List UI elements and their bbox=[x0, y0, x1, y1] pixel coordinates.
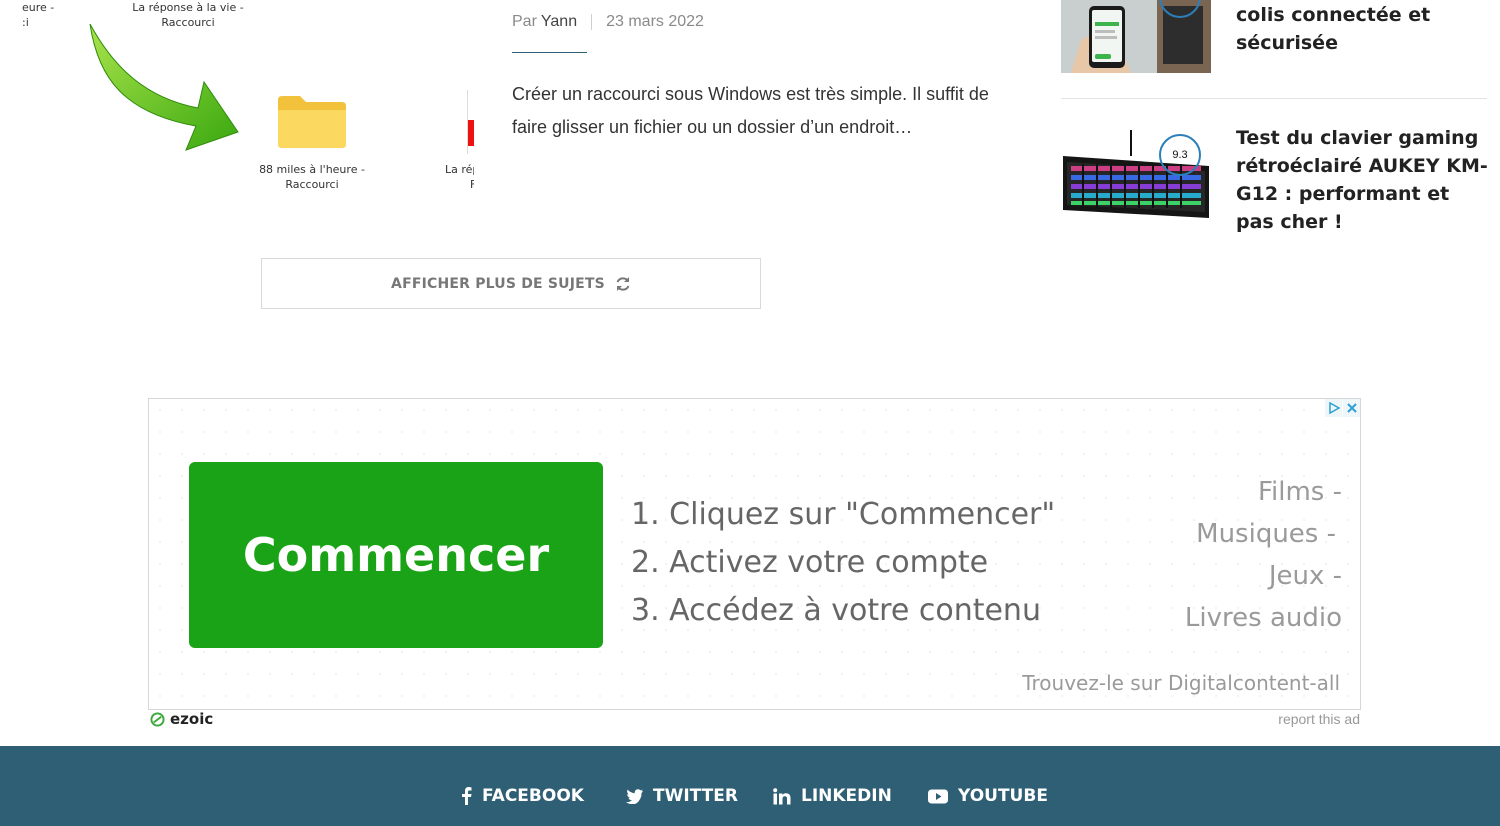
advertisement[interactable]: Commencer 1. Cliquez sur "Commencer" 2. … bbox=[148, 398, 1361, 710]
youtube-icon bbox=[928, 789, 948, 803]
load-more-label: AFFICHER PLUS DE SUJETS bbox=[391, 275, 605, 292]
article-meta: Par Yann 23 mars 2022 bbox=[512, 13, 704, 31]
social-link-youtube[interactable]: YOUTUBE bbox=[928, 786, 1048, 806]
sidebar-post-title[interactable]: colis connectée et sécurisée bbox=[1236, 1, 1492, 57]
linkedin-icon bbox=[773, 787, 791, 804]
folder-icon bbox=[278, 96, 346, 148]
meta-separator bbox=[591, 14, 593, 30]
meta-underline bbox=[512, 52, 587, 53]
ezoic-icon bbox=[150, 711, 165, 727]
social-link-twitter[interactable]: TWITTER bbox=[625, 786, 738, 806]
green-arrow-icon bbox=[89, 23, 239, 151]
load-more-button[interactable]: AFFICHER PLUS DE SUJETS bbox=[261, 258, 761, 309]
article-excerpt: Créer un raccourci sous Windows est très… bbox=[512, 84, 989, 137]
ad-category: Jeux - bbox=[1268, 561, 1342, 591]
sidebar-post-image[interactable]: 8.3 bbox=[1061, 0, 1211, 73]
ad-category: Livres audio bbox=[1184, 603, 1342, 633]
ad-step: 2. Activez votre compte bbox=[631, 545, 989, 580]
close-icon[interactable] bbox=[1342, 399, 1360, 417]
ad-step: 1. Cliquez sur "Commencer" bbox=[631, 497, 1056, 532]
site-footer: FACEBOOK TWITTER LINKEDIN YOUTUBE bbox=[0, 746, 1500, 826]
article-thumbnail[interactable]: eure - :i La réponse à la vie - Raccourc… bbox=[22, 0, 474, 200]
facebook-icon bbox=[462, 787, 472, 805]
social-link-facebook[interactable]: FACEBOOK bbox=[460, 786, 584, 806]
ad-category: Musiques - bbox=[1196, 519, 1336, 549]
social-link-linkedin[interactable]: LINKEDIN bbox=[773, 786, 892, 806]
ad-start-button[interactable]: Commencer bbox=[189, 462, 603, 648]
ad-steps: 1. Cliquez sur "Commencer" 2. Activez vo… bbox=[631, 491, 1055, 635]
ezoic-logo[interactable]: ezoic bbox=[150, 710, 213, 728]
sidebar-post-title[interactable]: Test du clavier gaming rétroéclairé AUKE… bbox=[1236, 124, 1492, 236]
ad-categories: Films - Musiques - Jeux - Livres audio bbox=[1185, 471, 1342, 639]
ad-category: Films - bbox=[1257, 477, 1342, 507]
sidebar-divider bbox=[1061, 98, 1487, 99]
ad-step: 3. Accédez à votre contenu bbox=[631, 593, 1041, 628]
report-ad-link[interactable]: report this ad bbox=[1278, 711, 1360, 727]
refresh-icon bbox=[616, 276, 630, 291]
thumb-label-cut: La rép F bbox=[445, 163, 474, 191]
thumb-label-left: eure - :i bbox=[22, 1, 55, 29]
ad-choices[interactable] bbox=[1324, 399, 1360, 417]
red-document-icon bbox=[467, 90, 474, 154]
author-link[interactable]: Yann bbox=[541, 13, 577, 31]
sidebar-post-image[interactable]: 9.3 bbox=[1061, 126, 1211, 220]
adchoices-icon[interactable] bbox=[1324, 399, 1342, 417]
article-date: 23 mars 2022 bbox=[606, 13, 704, 30]
by-prefix: Par bbox=[512, 13, 537, 30]
twitter-icon bbox=[625, 788, 643, 804]
rating-badge: 9.3 bbox=[1159, 134, 1201, 176]
ad-footer-text: Trouvez-le sur Digitalcontent-all bbox=[1022, 671, 1340, 695]
folder-label: 88 miles à l'heure - Raccourci bbox=[259, 163, 365, 191]
